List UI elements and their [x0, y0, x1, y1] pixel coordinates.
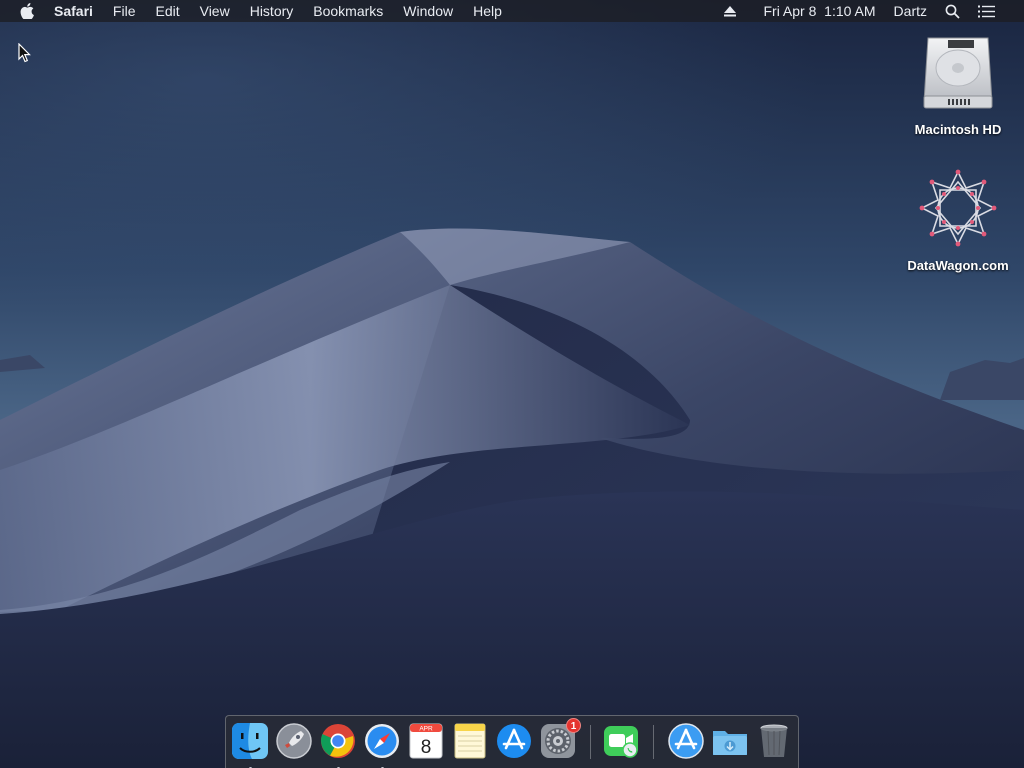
- menu-help[interactable]: Help: [463, 0, 512, 22]
- dock-item-system-preferences[interactable]: 1: [538, 718, 581, 761]
- dock-item-facetime[interactable]: [601, 721, 641, 761]
- menu-bar: Safari File Edit View History Bookmarks …: [0, 0, 1024, 22]
- dock-divider: [590, 725, 591, 759]
- dock: APR 8 1: [225, 715, 799, 768]
- calendar-month: APR: [419, 726, 433, 733]
- notification-center-icon[interactable]: [969, 5, 1004, 18]
- menu-history[interactable]: History: [240, 0, 304, 22]
- dock-item-finder[interactable]: [230, 721, 270, 768]
- dock-item-launchpad[interactable]: [274, 721, 314, 761]
- notes-icon: [454, 723, 486, 759]
- menubar-clock[interactable]: Fri Apr 8 1:10 AM: [745, 0, 884, 22]
- user-menu[interactable]: Dartz: [885, 0, 936, 22]
- dock-item-app-store[interactable]: [494, 721, 534, 761]
- dock-item-applications[interactable]: [666, 721, 706, 761]
- menu-edit[interactable]: Edit: [145, 0, 189, 22]
- notification-badge: 1: [566, 718, 581, 733]
- app-store-icon: [497, 724, 531, 758]
- calendar-icon: APR 8: [409, 723, 443, 759]
- finder-icon: [232, 723, 268, 759]
- menu-file[interactable]: File: [103, 0, 146, 22]
- menu-bookmarks[interactable]: Bookmarks: [303, 0, 393, 22]
- spotlight-search-icon[interactable]: [936, 4, 969, 19]
- dock-item-chrome[interactable]: [318, 721, 358, 768]
- facetime-icon: [604, 726, 638, 758]
- dock-item-downloads[interactable]: [710, 721, 750, 761]
- hard-drive-icon: [923, 37, 993, 109]
- dock-item-trash[interactable]: [754, 721, 794, 761]
- desktop-wallpaper: [0, 0, 1024, 768]
- trash-icon: [760, 724, 788, 757]
- launchpad-icon: [276, 723, 312, 759]
- downloads-folder-icon: [713, 731, 747, 755]
- eject-icon[interactable]: [715, 5, 745, 17]
- chrome-icon: [321, 724, 355, 758]
- dock-divider: [653, 725, 654, 759]
- network-volume-icon: [919, 169, 997, 247]
- app-menu-safari[interactable]: Safari: [52, 0, 103, 22]
- desktop-icon-datawagon[interactable]: DataWagon.com: [898, 168, 1018, 273]
- desktop-icon-label: Macintosh HD: [914, 122, 1002, 137]
- calendar-day: 8: [421, 737, 432, 758]
- desktop-icon-label: DataWagon.com: [907, 258, 1009, 273]
- desktop-icon-macintosh-hd[interactable]: Macintosh HD: [898, 32, 1018, 137]
- dock-item-notes[interactable]: [450, 721, 490, 761]
- apple-menu-icon[interactable]: [16, 0, 38, 22]
- mouse-cursor-icon: [18, 43, 31, 63]
- menu-window[interactable]: Window: [393, 0, 463, 22]
- dock-item-safari[interactable]: [362, 721, 402, 768]
- dock-item-calendar[interactable]: APR 8: [406, 721, 446, 761]
- safari-icon: [365, 724, 399, 758]
- menu-view[interactable]: View: [190, 0, 240, 22]
- applications-folder-icon: [668, 723, 704, 759]
